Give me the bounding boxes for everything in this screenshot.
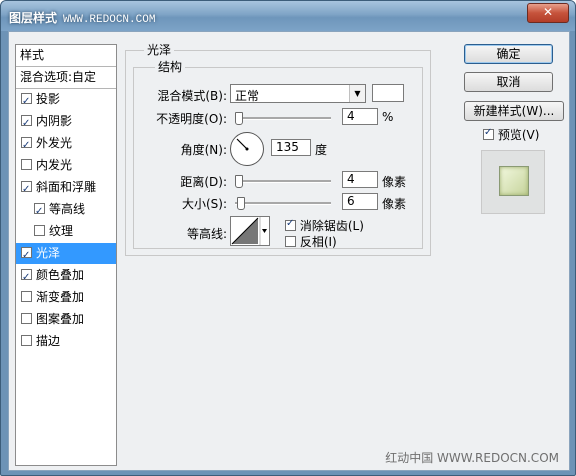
effect-label: 光泽 <box>36 246 61 260</box>
opacity-slider[interactable] <box>235 112 331 125</box>
angle-dial[interactable] <box>230 132 264 166</box>
size-slider[interactable] <box>235 197 331 210</box>
preview-swatch <box>499 166 529 196</box>
window-title-text: 图层样式 <box>9 11 58 25</box>
effect-checkbox-icon[interactable] <box>21 245 32 266</box>
effect-label: 等高线 <box>49 202 86 216</box>
close-icon: ✕ <box>542 5 554 19</box>
contour-picker[interactable] <box>230 216 270 246</box>
antialias-check-icon <box>285 218 296 231</box>
distance-slider-thumb[interactable] <box>235 175 243 188</box>
distance-input[interactable]: 4 <box>342 171 378 188</box>
effect-item[interactable]: 投影 <box>16 89 116 112</box>
effect-label: 投影 <box>36 92 61 106</box>
effect-item[interactable]: 等高线 <box>16 199 116 222</box>
effect-checkbox-icon[interactable] <box>21 291 32 302</box>
window-title-url: WWW.REDOCN.COM <box>63 14 156 26</box>
size-slider-thumb[interactable] <box>237 197 245 210</box>
effect-checkbox-icon[interactable] <box>21 179 32 200</box>
effect-checkbox-icon[interactable] <box>21 159 32 170</box>
effect-label: 内阴影 <box>36 114 73 128</box>
effect-label: 图案叠加 <box>36 312 85 326</box>
effect-checkbox-icon[interactable] <box>34 225 45 236</box>
effect-label: 描边 <box>36 334 61 348</box>
preview-check-icon <box>483 127 494 140</box>
dialog-body: 样式 混合选项:自定 投影内阴影外发光内发光斜面和浮雕等高线纹理光泽颜色叠加渐变… <box>8 31 570 471</box>
effect-checkbox-icon[interactable] <box>21 313 32 324</box>
size-label: 大小(S): <box>181 197 227 211</box>
preview-label: 预览(V) <box>497 128 540 142</box>
opacity-label: 不透明度(O): <box>156 112 227 126</box>
effect-item[interactable]: 颜色叠加 <box>16 265 116 288</box>
cancel-button[interactable]: 取消 <box>464 72 553 92</box>
satin-group-title: 光泽 <box>144 41 175 58</box>
window-title: 图层样式 WWW.REDOCN.COM <box>9 9 155 26</box>
effect-label: 内发光 <box>36 158 73 172</box>
invert-check-icon <box>285 236 296 247</box>
title-bar[interactable]: 图层样式 WWW.REDOCN.COM ✕ <box>1 1 575 31</box>
structure-group-title: 结构 <box>155 58 186 75</box>
effect-checkbox-icon[interactable] <box>21 135 32 156</box>
effect-item[interactable]: 光泽 <box>16 243 116 266</box>
opacity-slider-thumb[interactable] <box>235 112 243 125</box>
styles-list: 样式 混合选项:自定 投影内阴影外发光内发光斜面和浮雕等高线纹理光泽颜色叠加渐变… <box>15 44 117 466</box>
blend-mode-value: 正常 <box>235 89 260 103</box>
preview-thumbnail <box>481 150 545 214</box>
contour-curve-icon <box>231 217 267 245</box>
ok-button[interactable]: 确定 <box>464 44 553 64</box>
opacity-unit: % <box>382 110 394 124</box>
antialias-checkbox[interactable]: 消除锯齿(L) <box>285 217 364 234</box>
size-input[interactable]: 6 <box>342 193 378 210</box>
effect-item[interactable]: 图案叠加 <box>16 309 116 330</box>
chevron-down-icon: ▼ <box>349 85 365 102</box>
effect-checkbox-icon[interactable] <box>34 201 45 222</box>
effect-checkbox-icon[interactable] <box>21 335 32 346</box>
effect-item[interactable]: 内阴影 <box>16 111 116 134</box>
effect-item[interactable]: 内发光 <box>16 155 116 176</box>
blend-mode-label: 混合模式(B): <box>157 89 227 103</box>
distance-slider[interactable] <box>235 175 331 188</box>
size-unit: 像素 <box>382 197 407 211</box>
effect-item[interactable]: 描边 <box>16 331 116 352</box>
angle-input[interactable]: 135 <box>271 139 311 156</box>
effect-label: 渐变叠加 <box>36 290 85 304</box>
effect-checkbox-icon[interactable] <box>21 91 32 112</box>
satin-color-swatch[interactable] <box>372 84 404 102</box>
watermark: 红动中国 WWW.REDOCN.COM <box>385 451 559 465</box>
effect-label: 纹理 <box>49 224 74 238</box>
layer-style-dialog: 图层样式 WWW.REDOCN.COM ✕ 样式 混合选项:自定 投影内阴影外发光… <box>0 0 576 476</box>
distance-label: 距离(D): <box>180 175 227 189</box>
effect-item[interactable]: 纹理 <box>16 221 116 242</box>
styles-header[interactable]: 样式 <box>16 45 116 67</box>
angle-unit: 度 <box>315 143 328 157</box>
invert-checkbox[interactable]: 反相(I) <box>285 233 337 250</box>
preview-checkbox[interactable]: 预览(V) <box>483 126 539 143</box>
close-button[interactable]: ✕ <box>527 3 569 23</box>
effect-label: 颜色叠加 <box>36 268 85 282</box>
new-style-button[interactable]: 新建样式(W)... <box>464 101 564 121</box>
effect-label: 外发光 <box>36 136 73 150</box>
invert-label: 反相(I) <box>299 235 337 249</box>
contour-label: 等高线: <box>186 227 227 241</box>
effect-item[interactable]: 外发光 <box>16 133 116 156</box>
angle-needle-icon <box>236 138 249 151</box>
effect-label: 斜面和浮雕 <box>36 180 97 194</box>
effect-item[interactable]: 斜面和浮雕 <box>16 177 116 200</box>
effect-item[interactable]: 渐变叠加 <box>16 287 116 308</box>
distance-unit: 像素 <box>382 175 407 189</box>
opacity-input[interactable]: 4 <box>342 108 378 125</box>
antialias-label: 消除锯齿(L) <box>299 219 364 233</box>
blending-options[interactable]: 混合选项:自定 <box>16 67 116 89</box>
blend-mode-select[interactable]: 正常 ▼ <box>230 84 366 103</box>
effect-checkbox-icon[interactable] <box>21 113 32 134</box>
angle-label: 角度(N): <box>180 143 227 157</box>
effect-checkbox-icon[interactable] <box>21 267 32 288</box>
